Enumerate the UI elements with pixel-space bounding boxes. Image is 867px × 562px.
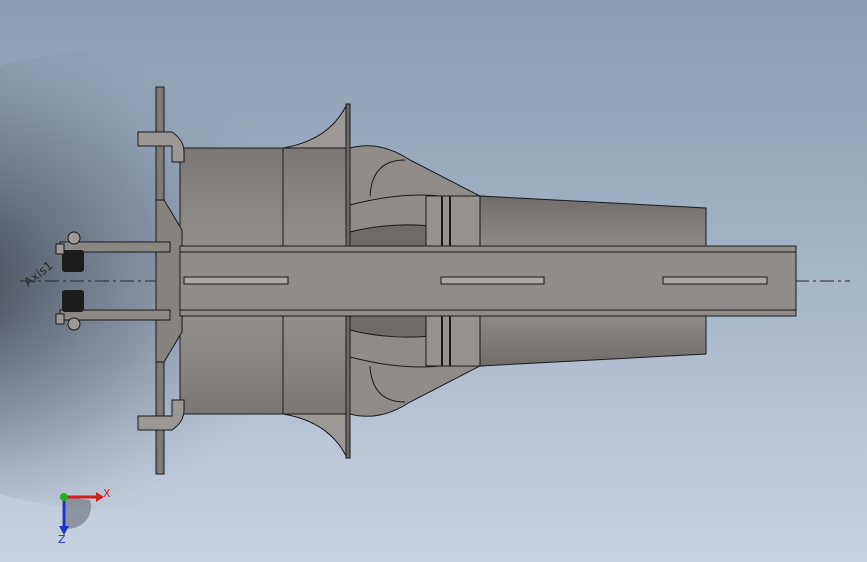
bolt-nut[interactable] [55,313,65,325]
model-view[interactable]: Axis1 X Z [0,0,867,562]
clamp-band-top[interactable] [425,195,485,247]
hinge-bushing-bottom[interactable] [62,290,84,312]
support-web[interactable] [155,199,183,363]
x-axis-label: X [103,487,111,500]
triad-shadow [64,497,92,529]
y-axis-dot [60,493,68,501]
hinge-bushing-top[interactable] [62,250,84,272]
bolt-nut[interactable] [55,243,65,255]
graphics-area[interactable]: Axis1 X Z [0,0,867,562]
bolt-head[interactable] [67,231,81,245]
beam-slot[interactable] [440,276,545,285]
reference-triad[interactable]: X Z [58,487,111,546]
bolt-head[interactable] [67,317,81,331]
z-axis-label: Z [58,533,66,546]
beam-slot[interactable] [662,276,768,285]
clamp-band-bottom[interactable] [425,315,485,367]
beam-slot[interactable] [183,276,289,285]
